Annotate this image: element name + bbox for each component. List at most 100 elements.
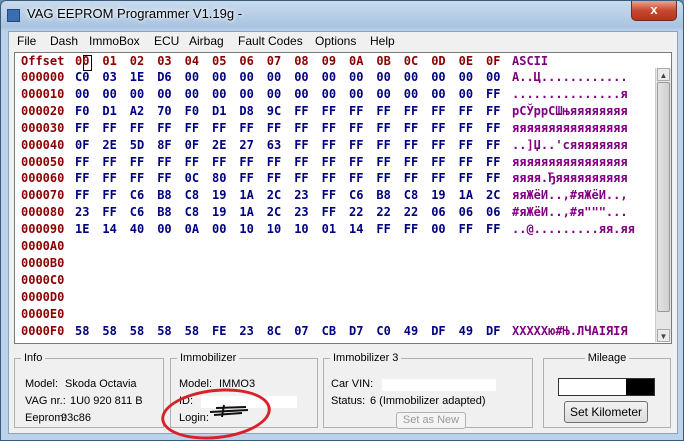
hex-row[interactable]: 000020 F0 D1 A2 70 F0 D1 D8 9C FF FF FF FF FF FF FF FF рС… [15,104,655,120]
scroll-down-arrow-icon[interactable]: ▼ [657,329,670,342]
menu-help[interactable]: Help [370,34,395,48]
menu-fault-codes[interactable]: Fault Codes [238,34,303,48]
hex-row[interactable]: 000000 C0 03 1E D6 00 00 00 00 00 00 00 00 00 00 00 00 А.… [15,70,655,86]
hex-byte: 00 [294,70,309,84]
hex-byte: 00 [431,86,446,101]
hex-byte: 14 [102,222,117,237]
hex-row[interactable]: 000050 FF FF FF FF FF FF FF FF FF FF FF FF FF FF FF FF яя… [15,155,655,171]
hex-byte: 00 [376,86,391,101]
car-vin-label: Car VIN: [331,378,374,390]
row-ascii: яяяяяяяяяяяяяяяя [512,120,628,135]
hex-row[interactable]: 0000F0 58 58 58 58 58 FE 23 8C 07 CB D7 C0 49 DF 49 DF XX… [15,324,655,340]
hex-row[interactable]: 0000D0 [15,290,655,306]
hex-byte: 00 [157,222,172,237]
hex-byte: FF [266,154,282,169]
column-header: 08 [294,54,309,68]
row-offset: 000090 [21,222,65,237]
hex-byte: FF [321,137,337,152]
hex-byte: 22 [349,205,364,220]
column-header: 01 [102,54,117,68]
hex-byte: D8 [239,103,254,118]
hex-byte: C6 [129,205,145,220]
vag-nr-label: VAG nr.: [25,395,66,407]
hex-byte: FF [376,154,391,169]
hex-byte: FF [129,171,145,186]
hex-byte: FF [349,120,364,135]
hex-byte: FF [321,154,337,169]
column-header: 0B [376,54,391,68]
scroll-up-arrow-icon[interactable]: ▲ [657,68,670,81]
hex-byte: FF [349,171,364,186]
set-as-new-button[interactable]: Set as New [396,412,466,429]
hex-byte: FF [486,120,501,135]
hex-byte: 63 [266,137,282,152]
hex-byte: FF [431,171,446,186]
hex-byte: 1A [239,188,254,203]
hex-byte: 58 [129,323,145,338]
hex-byte: FF [212,154,227,169]
hex-row[interactable]: 000090 1E 14 40 00 0A 00 10 10 10 01 14 FF FF 00 FF FF..… [15,222,655,238]
hex-byte: FF [102,120,117,135]
hex-row[interactable]: 0000B0 [15,256,655,272]
hex-byte: C8 [184,205,200,220]
hex-byte: 00 [266,70,282,84]
hex-byte: 00 [102,86,117,101]
mileage-group: Mileage Set Kilometer [543,352,671,428]
hex-byte: 1A [458,188,474,203]
hex-row[interactable]: 000010 00 00 00 00 00 00 00 00 00 00 00 00 00 00 00 FF..… [15,87,655,103]
hex-byte: FF [431,120,446,135]
row-offset: 000070 [21,188,65,203]
hex-byte: FF [376,103,391,118]
hex-byte: 00 [403,70,419,84]
hex-byte: 07 [294,323,309,338]
hex-byte: FF [376,222,391,237]
vertical-scrollbar[interactable]: ▲ ▼ [655,68,671,342]
menu-ecu[interactable]: ECU [154,34,179,48]
close-button[interactable]: x [631,1,677,21]
hex-byte: FF [403,120,419,135]
offset-header: Offset [21,54,65,68]
hex-row[interactable]: 000030 FF FF FF FF FF FF FF FF FF FF FF FF FF FF FF FF яя… [15,121,655,137]
hex-row[interactable]: 000060 FF FF FF FF 0C 80 FF FF FF FF FF FF FF FF FF FF яя… [15,171,655,187]
hex-row[interactable]: 000080 23 FF C6 B8 C8 19 1A 2C 23 FF 22 22 22 06 06 06 #я… [15,205,655,221]
hex-byte: C0 [376,323,391,338]
menu-dash[interactable]: Dash [50,34,78,48]
hex-byte: FF [294,137,309,152]
hex-row[interactable]: 000040 0F 2E 5D 8F 0F 2E 27 63 FF FF FF FF FF FF FF FF..… [15,138,655,154]
hex-byte: FF [376,120,391,135]
hex-byte: 70 [157,103,172,118]
hex-byte: FF [376,171,391,186]
hex-row[interactable]: 000070 FF FF C6 B8 C8 19 1A 2C 23 FF C6 B8 C8 19 1A 2C яя… [15,188,655,204]
title-bar[interactable]: VAG EEPROM Programmer V1.19g - x [1,1,683,29]
set-kilometer-button[interactable]: Set Kilometer [564,401,648,423]
menu-immobox[interactable]: ImmoBox [89,34,140,48]
menu-airbag[interactable]: Airbag [189,34,224,48]
hex-byte: FF [239,154,254,169]
column-header: 03 [157,54,172,68]
hex-byte: B8 [376,188,391,203]
hex-row[interactable]: 0000E0 [15,307,655,323]
hex-row[interactable]: 0000C0 [15,273,655,289]
info-model-value: Skoda Octavia [65,378,137,390]
hex-byte: FF [486,137,501,152]
column-header: 09 [321,54,337,68]
hex-byte: FF [129,120,145,135]
menu-file[interactable]: File [17,34,36,48]
row-offset: 0000E0 [21,306,65,321]
hex-byte: FF [349,137,364,152]
window-title: VAG EEPROM Programmer V1.19g - [27,6,243,21]
hex-byte: FF [403,137,419,152]
hex-byte: 1A [239,205,254,220]
hex-byte: 23 [294,188,309,203]
hex-byte: FF [403,171,419,186]
hex-byte: 5D [129,137,145,152]
hex-byte: 01 [321,222,337,237]
scroll-thumb[interactable] [657,82,670,312]
app-icon [7,9,20,22]
hex-row[interactable]: 0000A0 [15,239,655,255]
hex-editor[interactable]: ▲ ▼ Offset 00 01 02 03 04 05 06 07 08 09 0A 0B 0C 0D 0E… [14,52,672,344]
hex-byte: 00 [266,86,282,101]
column-header: 02 [129,54,145,68]
menu-options[interactable]: Options [315,34,356,48]
hex-byte: FF [157,154,172,169]
